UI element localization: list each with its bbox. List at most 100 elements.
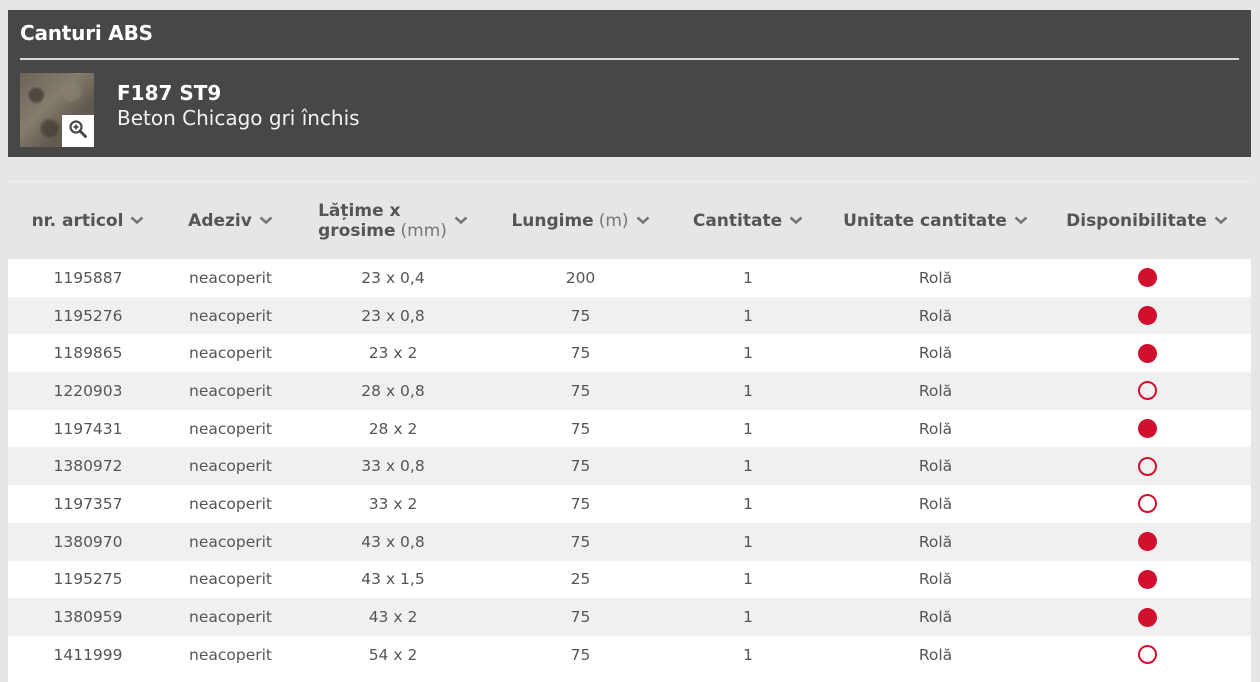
cell-availability (1043, 494, 1251, 514)
cell-length: 200 (565, 268, 596, 287)
cell-length: 75 (570, 645, 591, 664)
cell-article-number: 1197431 (53, 419, 123, 438)
cell-quantity: 1 (743, 419, 753, 438)
cell-quantity-unit: Rolă (918, 457, 953, 476)
cell-article-number: 1380972 (53, 457, 123, 476)
chevron-down-icon (1014, 216, 1028, 225)
magnifier-plus-icon (68, 119, 88, 143)
chevron-down-icon (1214, 216, 1228, 225)
product-name: Beton Chicago gri închis (117, 106, 360, 130)
cell-quantity: 1 (743, 645, 753, 664)
cell-quantity-unit: Rolă (918, 645, 953, 664)
filled-circle-icon (1137, 419, 1157, 439)
filled-circle-icon (1137, 607, 1157, 627)
product-header-panel: Canturi ABS F187 ST9 Beton Chicago gri î… (8, 10, 1251, 157)
cell-quantity-unit: Rolă (918, 381, 953, 400)
column-label: Disponibilitate (1066, 210, 1207, 231)
column-label: Lățime x (318, 200, 401, 221)
column-header-adhesive[interactable]: Adeziv (168, 211, 293, 231)
column-label: Lungime (511, 210, 594, 231)
column-header-quantity-unit[interactable]: Unitate cantitate (828, 211, 1043, 231)
table-row[interactable]: 1411999 neacoperit 54 x 2 75 1 Rolă (8, 635, 1251, 674)
table-row[interactable]: 1380959 neacoperit 43 x 2 75 1 Rolă (8, 598, 1251, 636)
table-row[interactable]: 1197357 neacoperit 33 x 2 75 1 Rolă (8, 485, 1251, 523)
cell-quantity-unit: Rolă (918, 306, 953, 325)
column-label: grosime (318, 220, 396, 241)
cell-quantity-unit: Rolă (918, 344, 953, 363)
column-unit: (m) (598, 210, 629, 231)
cell-width-thickness: 33 x 2 (368, 494, 418, 513)
cell-adhesive: neacoperit (189, 457, 272, 476)
table-row[interactable]: 1189865 neacoperit 23 x 2 75 1 Rolă (8, 334, 1251, 373)
cell-adhesive: neacoperit (189, 344, 272, 363)
cell-width-thickness: 23 x 0,8 (361, 306, 425, 325)
table-row[interactable]: 1195275 neacoperit 43 x 1,5 25 1 Rolă (8, 560, 1251, 599)
cell-quantity: 1 (743, 494, 753, 513)
table-row[interactable]: 1380970 neacoperit 43 x 0,8 75 1 Rolă (8, 522, 1251, 561)
cell-adhesive: neacoperit (189, 419, 272, 438)
cell-width-thickness: 23 x 2 (368, 344, 418, 363)
column-label: Cantitate (692, 210, 783, 231)
cell-availability (1043, 381, 1251, 401)
table-row[interactable]: 1380972 neacoperit 33 x 0,8 75 1 Rolă (8, 447, 1251, 486)
table-row[interactable]: 1195276 neacoperit 23 x 0,8 75 1 Rolă (8, 296, 1251, 335)
table-row[interactable]: 1197431 neacoperit 28 x 2 75 1 Rolă (8, 409, 1251, 448)
column-header-availability[interactable]: Disponibilitate (1043, 211, 1251, 231)
filled-circle-icon (1137, 343, 1157, 363)
column-label: Unitate cantitate (843, 210, 1007, 231)
empty-circle-icon (1137, 494, 1157, 514)
column-header-length[interactable]: Lungime (m) (493, 211, 668, 231)
cell-availability (1043, 306, 1251, 326)
cell-adhesive: neacoperit (189, 268, 272, 287)
cell-length: 75 (570, 494, 591, 513)
cell-quantity-unit: Rolă (918, 570, 953, 589)
cell-adhesive: neacoperit (189, 381, 272, 400)
column-label: nr. articol (31, 210, 124, 231)
filled-circle-icon (1137, 268, 1157, 288)
cell-length: 75 (570, 532, 591, 551)
cell-article-number: 1380959 (53, 608, 123, 627)
cell-article-number: 1195276 (53, 306, 123, 325)
column-header-width-thickness[interactable]: Lățime x grosime (mm) (293, 201, 493, 241)
chevron-down-icon (259, 216, 273, 225)
cell-adhesive: neacoperit (189, 494, 272, 513)
cell-availability (1043, 343, 1251, 363)
product-code: F187 ST9 (117, 81, 222, 105)
cell-availability (1043, 419, 1251, 439)
cell-article-number: 1197357 (53, 494, 123, 513)
cell-availability (1043, 532, 1251, 552)
chevron-down-icon (130, 216, 144, 225)
zoom-button[interactable] (62, 115, 94, 147)
cell-quantity: 1 (743, 608, 753, 627)
decor-swatch-image[interactable] (20, 73, 94, 147)
cell-quantity: 1 (743, 268, 753, 287)
column-label: Adeziv (188, 210, 252, 231)
table-row[interactable]: 1220903 neacoperit 28 x 0,8 75 1 Rolă (8, 372, 1251, 410)
cell-length: 75 (570, 608, 591, 627)
cell-adhesive: neacoperit (189, 570, 272, 589)
cell-availability (1043, 569, 1251, 589)
cell-article-number: 1411999 (53, 645, 123, 664)
table-row[interactable]: 1195887 neacoperit 23 x 0,4 200 1 Rolă (8, 259, 1251, 297)
cell-length: 75 (570, 457, 591, 476)
column-header-quantity[interactable]: Cantitate (668, 211, 828, 231)
cell-width-thickness: 28 x 2 (368, 419, 418, 438)
table-header: nr. articol Adeziv Lățime x grosime (mm) … (8, 181, 1251, 259)
cell-width-thickness: 43 x 2 (368, 608, 418, 627)
cell-adhesive: neacoperit (189, 608, 272, 627)
divider (20, 58, 1239, 60)
cell-quantity: 1 (743, 306, 753, 325)
column-unit: (mm) (400, 220, 447, 241)
cell-quantity: 1 (743, 344, 753, 363)
cell-width-thickness: 54 x 2 (368, 645, 418, 664)
filled-circle-icon (1137, 569, 1157, 589)
cell-availability (1043, 268, 1251, 288)
cell-length: 75 (570, 306, 591, 325)
cell-quantity: 1 (743, 457, 753, 476)
empty-circle-icon (1137, 381, 1157, 401)
cell-quantity-unit: Rolă (918, 494, 953, 513)
cell-quantity: 1 (743, 570, 753, 589)
chevron-down-icon (636, 216, 650, 225)
cell-quantity-unit: Rolă (918, 532, 953, 551)
column-header-article[interactable]: nr. articol (8, 211, 168, 231)
